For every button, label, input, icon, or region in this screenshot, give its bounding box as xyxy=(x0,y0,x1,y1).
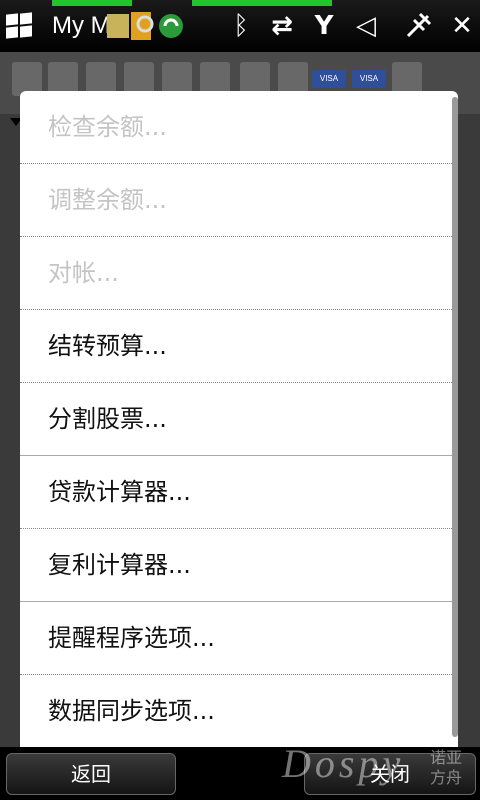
signal-strength-bar xyxy=(52,0,352,6)
menu-item-reminder-options[interactable]: 提醒程序选项... xyxy=(20,602,458,675)
tools-menu: 检查余额... 调整余额... 对帐... 结转预算... 分割股票... 贷款… xyxy=(20,91,458,747)
watermark-cn: 诺亚方舟 xyxy=(430,748,463,787)
menu-scrollbar[interactable] xyxy=(452,97,458,737)
notification-icon[interactable] xyxy=(105,10,185,42)
windows-logo-icon[interactable] xyxy=(6,12,34,40)
menu-item-reconcile[interactable]: 对帐... xyxy=(20,237,458,310)
menu-item-loan-calculator[interactable]: 贷款计算器... xyxy=(20,456,458,529)
signal-icon[interactable]: Y xyxy=(308,10,340,42)
softkey-bar: 返回 关闭 xyxy=(0,747,480,800)
menu-item-rollover-budget[interactable]: 结转预算... xyxy=(20,310,458,383)
data-transfer-icon[interactable]: ⇄ xyxy=(266,10,298,42)
status-bar: My M ᛒ ⇄ Y ◁ ✕ xyxy=(0,0,480,52)
app-title: My M xyxy=(52,12,111,39)
visa-card-icon-2[interactable]: VISA xyxy=(352,70,386,88)
watermark-brand: Dospy xyxy=(282,741,405,786)
menu-item-compound-interest-calculator[interactable]: 复利计算器... xyxy=(20,529,458,602)
power-plug-icon[interactable] xyxy=(402,10,434,42)
menu-item-sync-options[interactable]: 数据同步选项... xyxy=(20,675,458,747)
bluetooth-icon[interactable]: ᛒ xyxy=(225,10,257,42)
menu-item-check-balance[interactable]: 检查余额... xyxy=(20,91,458,164)
close-icon[interactable]: ✕ xyxy=(446,10,478,42)
menu-item-adjust-balance[interactable]: 调整余额... xyxy=(20,164,458,237)
volume-mute-icon[interactable]: ◁ xyxy=(350,10,382,42)
visa-card-icon[interactable]: VISA xyxy=(312,70,346,88)
menu-item-split-stock[interactable]: 分割股票... xyxy=(20,383,458,456)
back-button[interactable]: 返回 xyxy=(6,753,176,795)
